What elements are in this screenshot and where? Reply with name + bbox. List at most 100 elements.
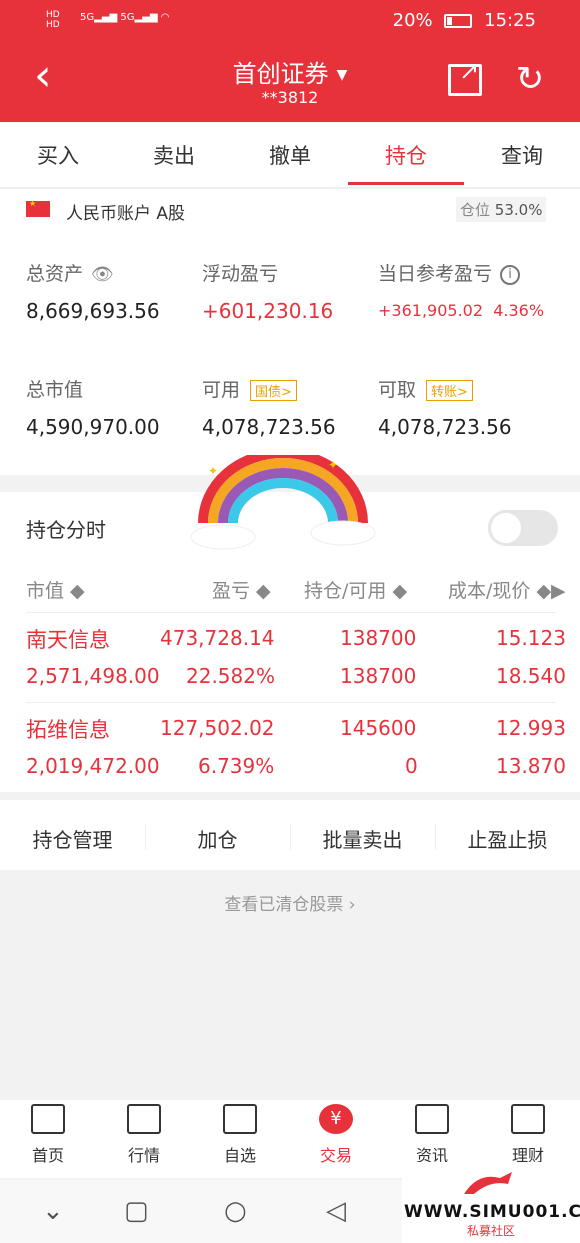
share-icon[interactable] [448,57,482,96]
signal1-label: 5G [80,12,95,23]
header-market-value[interactable]: 市值 ◆ [26,576,85,603]
divider [26,702,556,703]
stock-hold: 145600 [340,716,417,740]
account-number: **3812 [261,88,319,107]
svg-text:✦: ✦ [208,464,218,478]
user-icon [223,1104,257,1134]
market-value-value: 4,590,970.00 [26,415,160,439]
signal2-label: 5G [120,12,135,23]
floating-pl-label: 浮动盈亏 [202,263,279,285]
stock-pl-pct: 22.582% [186,664,275,688]
transfer-tag[interactable]: 转账> [426,380,473,401]
nav-wealth[interactable]: 理财 [480,1104,576,1166]
svg-text:✦: ✦ [328,458,338,472]
stock-price: 18.540 [496,664,566,688]
header-pl[interactable]: 盈亏 ◆ [212,576,271,603]
status-bar: HD HD 5G▂▄▆ 5G▂▄▆ ◠ 20% 15:25 [0,0,580,42]
watermark: WWW.SIMU001.CN 私募社区 [402,1162,580,1243]
status-right: 20% 15:25 [393,10,536,31]
stock-hold: 138700 [340,626,417,650]
refresh-icon[interactable]: ↻ [512,62,548,98]
daily-pl-text: 当日参考盈亏 [378,263,493,285]
nav-news[interactable]: 资讯 [384,1104,480,1166]
recents-icon[interactable]: ▢ [124,1196,149,1226]
header-cost-price[interactable]: 成本/现价 ◆▶ [448,576,566,603]
page-title[interactable]: 首创证券 ▼ [0,54,580,89]
app-header: HD HD 5G▂▄▆ 5G▂▄▆ ◠ 20% 15:25 ‹ 首创证券 ▼ **… [0,0,580,122]
daily-pl-value: +361,905.02 4.36% [378,301,544,320]
moneybag-icon [511,1104,545,1134]
signal-icon: 5G▂▄▆ 5G▂▄▆ ◠ [80,12,170,23]
batch-sell-button[interactable]: 批量卖出 [290,824,435,853]
tab-indicator [348,182,464,185]
position-ratio: 仓位 53.0% [456,197,547,222]
view-cleared-stocks-link[interactable]: 查看已清仓股票 › [0,890,580,915]
take-profit-stop-loss-button[interactable]: 止盈止损 [435,824,580,853]
tab-buy[interactable]: 买入 [0,140,116,170]
back-nav-icon[interactable]: ◁ [326,1196,346,1226]
watermark-sub: 私募社区 [466,1224,515,1238]
yen-icon: ¥ [319,1104,353,1134]
home-icon [31,1104,65,1134]
stock-pl-pct: 6.739% [198,754,275,778]
nav-watchlist[interactable]: 自选 [192,1104,288,1166]
stock-name: 拓维信息 [26,718,110,742]
stock-avail: 0 [405,754,418,778]
nav-label: 行情 [127,1146,160,1165]
position-label: 仓位 [460,201,491,219]
stock-price: 13.870 [496,754,566,778]
info-icon[interactable]: i [500,264,521,285]
total-assets-label: 总资产 👁 [26,259,114,286]
position-value: 53.0% [494,201,543,219]
tab-query[interactable]: 查询 [464,140,580,170]
news-icon [415,1104,449,1134]
nav-home[interactable]: 首页 [0,1104,96,1166]
stock-cost: 15.123 [496,626,566,650]
dropdown-caret-icon: ▼ [336,67,348,83]
header-hold-avail[interactable]: 持仓/可用 ◆ [304,576,407,603]
timeshare-label: 持仓分时 [26,518,106,542]
stock-pl: 473,728.14 [160,626,275,650]
nav-label: 自选 [223,1146,256,1165]
hd-indicator: HD HD [46,10,60,30]
available-text: 可用 [202,379,241,401]
home-button-icon[interactable]: ○ [224,1196,247,1226]
position-actions: 持仓管理 加仓 批量卖出 止盈止损 [0,800,580,870]
manage-positions-button[interactable]: 持仓管理 [0,824,145,853]
daily-pl-label: 当日参考盈亏 i [378,259,521,286]
tab-positions[interactable]: 持仓 [348,140,464,170]
withdrawable-text: 可取 [378,379,417,401]
total-assets-text: 总资产 [26,263,84,285]
total-assets-value: 8,669,693.56 [26,299,160,323]
tab-sell[interactable]: 卖出 [116,140,232,170]
battery-icon [444,14,473,28]
divider [26,612,556,613]
nav-trade[interactable]: ¥ 交易 [288,1104,384,1166]
stock-market-value: 2,571,498.00 [26,664,160,688]
daily-pl-amount: +361,905.02 [378,301,484,320]
available-value: 4,078,723.56 [202,415,336,439]
chart-icon [127,1104,161,1134]
treasury-bond-tag[interactable]: 国债> [250,380,297,401]
account-summary: 人民币账户 A股 仓位 53.0% 总资产 👁 8,669,693.56 浮动盈亏… [0,189,580,475]
watermark-logo-icon [464,1172,512,1194]
clock: 15:25 [484,10,536,31]
stock-name: 南天信息 [26,628,110,652]
stock-avail: 138700 [340,664,417,688]
trade-tabs: 买入 卖出 撤单 持仓 查询 [0,122,580,188]
nav-label: 交易 [319,1146,352,1165]
timeshare-toggle[interactable] [488,510,558,546]
tab-cancel[interactable]: 撤单 [232,140,348,170]
stock-pl: 127,502.02 [160,716,275,740]
rainbow-sticker-icon: ✦ ✦ [190,455,376,550]
holdings-table: 市值 ◆ 盈亏 ◆ 持仓/可用 ◆ 成本/现价 ◆▶ 南天信息 473,728.… [0,564,580,792]
china-flag-icon [26,199,50,217]
hd-label-2: HD [46,20,60,30]
eye-icon[interactable]: 👁 [91,264,114,285]
hd-label: HD [46,10,60,20]
withdrawable-value: 4,078,723.56 [378,415,512,439]
add-position-button[interactable]: 加仓 [145,824,290,853]
stock-cost: 12.993 [496,716,566,740]
collapse-icon[interactable]: ⌄ [42,1196,64,1226]
nav-market[interactable]: 行情 [96,1104,192,1166]
